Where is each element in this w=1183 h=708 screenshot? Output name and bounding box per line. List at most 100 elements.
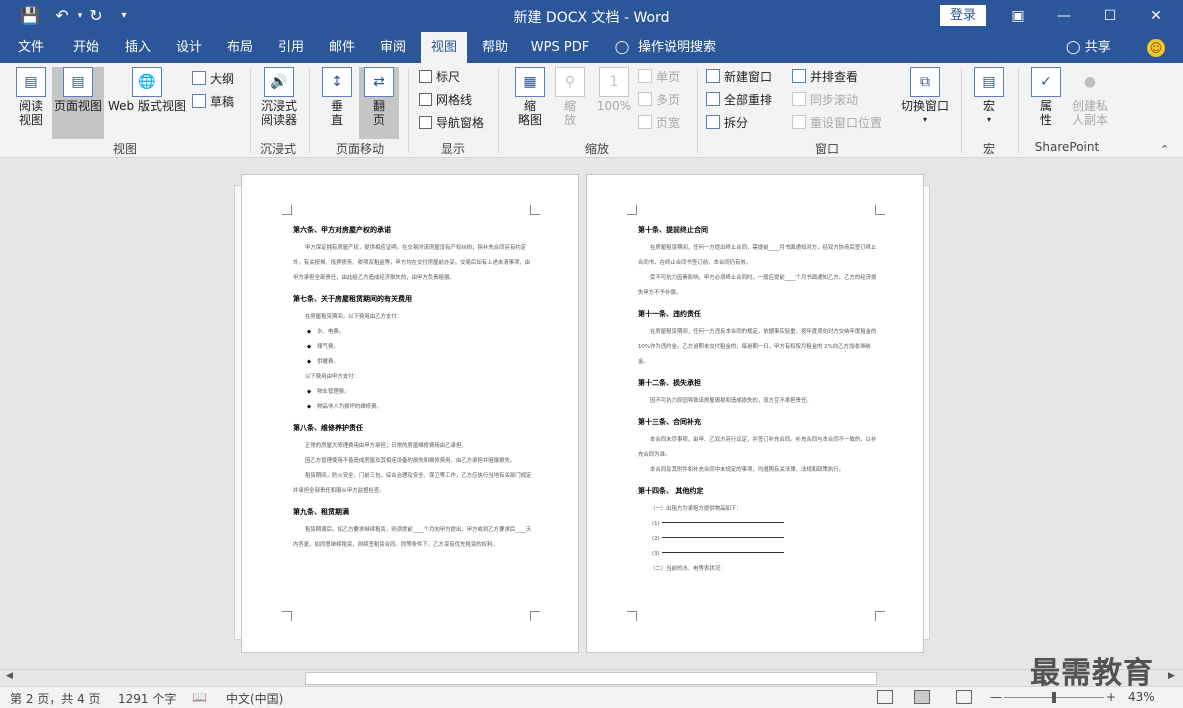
underline-blank xyxy=(661,537,784,538)
switch-windows-button[interactable]: ⧉ 切换窗口 ▾ xyxy=(898,67,952,127)
minimize-icon[interactable]: — xyxy=(1041,0,1087,32)
page-width-icon xyxy=(638,115,652,129)
zoom-level[interactable]: 43% xyxy=(1128,690,1155,704)
tab-help[interactable]: 帮助 xyxy=(473,32,517,63)
split-button[interactable]: 拆分 xyxy=(706,113,748,133)
reset-window-position-button[interactable]: 重设窗口位置 xyxy=(792,113,882,133)
share-label: 共享 xyxy=(1084,40,1111,55)
print-layout-view-icon[interactable] xyxy=(914,690,930,704)
immersive-reader-button[interactable]: 🔊 沉浸式 阅读器 xyxy=(256,67,302,127)
navigation-pane-checkbox[interactable]: 导航窗格 xyxy=(419,113,484,133)
tab-review[interactable]: 审阅 xyxy=(371,32,415,63)
immersive-reader-label: 沉浸式 阅读器 xyxy=(260,99,297,127)
scroll-left-icon[interactable]: ◀ xyxy=(6,671,13,681)
page-count[interactable]: 第 2 页，共 4 页 xyxy=(10,690,101,707)
draft-button[interactable]: 草稿 xyxy=(192,92,234,112)
web-layout-view-icon[interactable] xyxy=(956,690,972,704)
page-right[interactable]: 第十条、提前终止合同 在房屋租赁期间，任何一方提出终止合同，需提前____月书面… xyxy=(586,174,924,653)
ribbon: ▤ 阅读 视图 ▤ 页面视图 🌐 Web 版式视图 大纲 草稿 视图 🔊 沉浸式 阅读器… xyxy=(0,63,1183,158)
create-private-copy-button[interactable]: ● 创建私 人副本 xyxy=(1066,67,1114,127)
underline-blank xyxy=(661,552,784,553)
ribbon-separator xyxy=(408,69,409,153)
ribbon-separator xyxy=(1018,69,1019,153)
arrange-all-button[interactable]: 全部重排 xyxy=(706,90,772,110)
word-count[interactable]: 1291 个字 xyxy=(118,690,176,707)
tab-wps-pdf[interactable]: WPS PDF xyxy=(527,32,593,63)
line-number: (2) xyxy=(652,536,660,542)
tab-home[interactable]: 开始 xyxy=(64,32,108,63)
horizontal-scrollbar[interactable]: ◀ ▶ xyxy=(0,669,1183,686)
properties-button[interactable]: ✓ 属 性 xyxy=(1028,67,1064,127)
view-side-by-side-button[interactable]: 并排查看 xyxy=(792,67,858,87)
synchronous-scrolling-label: 同步滚动 xyxy=(810,93,859,107)
page-left[interactable]: 第六条、甲方对房屋产权的承诺 甲方保证拥有房屋产权，提供相应证明。在交易时该房屋… xyxy=(241,174,579,653)
side-by-side-icon xyxy=(792,69,806,83)
one-page-button[interactable]: 单页 xyxy=(638,67,680,87)
zoom-in-icon[interactable]: + xyxy=(1106,690,1116,704)
login-button[interactable]: 登录 xyxy=(940,5,986,26)
print-layout-button[interactable]: ▤ 页面视图 xyxy=(52,67,104,139)
tab-layout[interactable]: 布局 xyxy=(218,32,262,63)
ruler-checkbox[interactable]: 标尺 xyxy=(419,67,460,87)
side-to-side-button[interactable]: ⇄ 翻 页 xyxy=(359,67,399,139)
web-layout-button[interactable]: 🌐 Web 版式视图 xyxy=(106,67,188,113)
synchronous-scrolling-button[interactable]: 同步滚动 xyxy=(792,90,858,110)
tab-design[interactable]: 设计 xyxy=(167,32,211,63)
paragraph: 在房屋租赁期间，任何一方提出终止合同，需提前____月书面通知对方，经双方协商后… xyxy=(638,245,877,266)
tab-mailings[interactable]: 邮件 xyxy=(320,32,364,63)
maximize-icon[interactable]: ☐ xyxy=(1087,0,1133,32)
margin-corner xyxy=(627,205,637,215)
macros-button[interactable]: ▤ 宏 ▾ xyxy=(970,67,1008,127)
vertical-button[interactable]: ↕ 垂 直 xyxy=(318,67,356,127)
paragraph: 甲方保证拥有房屋产权，提供相应证明。在交易时该房屋没有产权纠纷；除补充合同另有约… xyxy=(293,245,531,281)
bullet-item: 物品非人为损坏的维修费。 xyxy=(293,400,533,415)
scrollbar-thumb[interactable] xyxy=(305,672,877,685)
read-mode-button[interactable]: ▤ 阅读 视图 xyxy=(10,67,52,127)
underline-blank xyxy=(661,522,784,523)
proofing-icon[interactable]: 📖 xyxy=(192,690,207,704)
gridlines-checkbox[interactable]: 网格线 xyxy=(419,90,472,110)
tab-references[interactable]: 引用 xyxy=(269,32,313,63)
one-page-label: 单页 xyxy=(656,70,681,84)
zoom-100-button[interactable]: 1 100% xyxy=(594,67,634,113)
speaker-book-icon: 🔊 xyxy=(264,67,294,97)
checkbox-icon xyxy=(419,116,432,129)
read-mode-view-icon[interactable] xyxy=(877,690,893,704)
feedback-smiley-icon[interactable]: ☺ xyxy=(1147,39,1165,57)
vertical-label: 垂 直 xyxy=(330,99,343,127)
thumbnails-button[interactable]: ▦ 缩 略图 xyxy=(510,67,550,127)
section-heading: 第十一条、违约责任 xyxy=(638,310,701,318)
share-button[interactable]: ◯ 共享 xyxy=(1066,32,1111,63)
tell-me-search[interactable]: 操作说明搜索 xyxy=(638,32,718,63)
collapse-ribbon-icon[interactable]: ⌃ xyxy=(1160,143,1169,156)
flip-pages-icon: ⇄ xyxy=(364,67,394,97)
paragraph: 因乙方管理使用不善造成房屋及其相连设备的损失和维修费用，由乙方承担并赔偿损失。 xyxy=(305,458,516,464)
section-heading: 第八条、维修养护责任 xyxy=(293,424,363,432)
zoom-button[interactable]: ⚲ 缩 放 xyxy=(553,67,587,127)
thumbnails-label: 缩 略图 xyxy=(517,99,542,127)
zoom-slider-thumb[interactable] xyxy=(1052,692,1056,703)
margin-corner xyxy=(282,611,292,621)
zoom-label: 缩 放 xyxy=(563,99,576,127)
paragraph: 在房屋租赁期间，任何一方违反本合同的规定，依据事实轻重，按年度须向对方交纳年度租… xyxy=(638,329,877,365)
person-icon: ◯ xyxy=(1066,40,1085,55)
draft-label: 草稿 xyxy=(210,95,235,109)
page-width-button[interactable]: 页宽 xyxy=(638,113,680,133)
tab-insert[interactable]: 插入 xyxy=(116,32,160,63)
paragraph: 受不可抗力因素影响，甲方必须终止合同时，一般应提前____个月书面通知乙方。乙方… xyxy=(638,275,877,296)
sync-scroll-icon xyxy=(792,92,806,106)
multiple-pages-button[interactable]: 多页 xyxy=(638,90,680,110)
macros-label: 宏 xyxy=(982,99,995,113)
tab-view[interactable]: 视图 xyxy=(421,32,467,63)
paragraph: （一）出租方为承租方提供物品如下： xyxy=(650,506,742,512)
arrange-all-label: 全部重排 xyxy=(724,93,773,107)
ribbon-display-icon[interactable]: ▣ xyxy=(995,0,1041,32)
scroll-right-icon[interactable]: ▶ xyxy=(1168,671,1175,681)
zoom-out-icon[interactable]: — xyxy=(990,690,1002,704)
group-label-page-movement: 页面移动 xyxy=(335,142,384,156)
tab-file[interactable]: 文件 xyxy=(10,32,52,63)
close-icon[interactable]: ✕ xyxy=(1133,0,1179,32)
new-window-button[interactable]: 新建窗口 xyxy=(706,67,772,87)
language-indicator[interactable]: 中文(中国) xyxy=(226,690,283,707)
outline-button[interactable]: 大纲 xyxy=(192,69,234,89)
